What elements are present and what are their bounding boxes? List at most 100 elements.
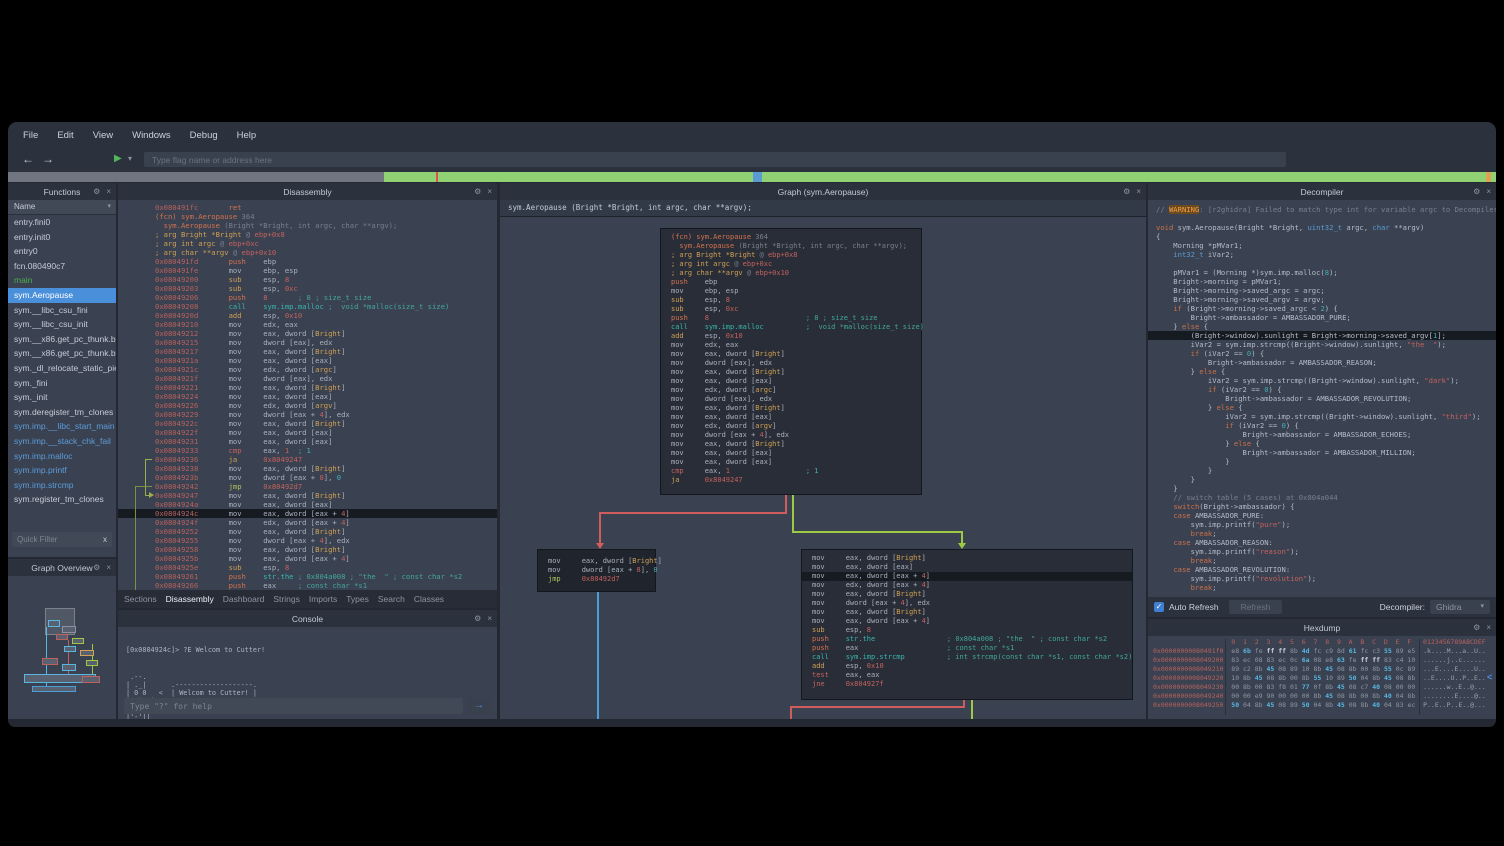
code-line[interactable]: break; (1148, 556, 1496, 565)
asm-line[interactable]: add esp, 0x10 (661, 332, 921, 341)
hex-row[interactable]: 0x0000000008049250 50 04 8b 45 08 89 50 … (1148, 701, 1496, 710)
code-line[interactable]: break; (1148, 583, 1496, 592)
code-line[interactable] (1148, 214, 1496, 223)
play-dropdown-icon[interactable]: ▾ (128, 154, 132, 163)
asm-line[interactable]: push ebp (661, 278, 921, 287)
panel-close-icon[interactable]: × (1486, 623, 1491, 632)
asm-line[interactable]: mov eax, dword [Bright] (661, 404, 921, 413)
asm-line[interactable]: mov eax, dword [Bright] (802, 608, 1132, 617)
asm-line[interactable]: mov eax, dword [eax] (661, 377, 921, 386)
panel-close-icon[interactable]: × (487, 187, 492, 196)
asm-line[interactable]: 0x08049266 push eax ; const char *s1 (118, 581, 497, 590)
asm-line[interactable]: 0x0804924c mov eax, dword [eax + 4] (118, 509, 497, 518)
asm-line[interactable]: call sym.imp.strcmp ; int strcmp(const c… (802, 653, 1132, 662)
panel-close-icon[interactable]: × (106, 563, 111, 572)
asm-line[interactable]: call sym.imp.malloc ; void *malloc(size_… (661, 323, 921, 332)
code-line[interactable]: if (iVar2 == 0) { (1148, 349, 1496, 358)
asm-line[interactable]: (fcn) sym.Aeropause 364 (661, 233, 921, 242)
function-list-item[interactable]: sym.__libc_csu_init (8, 317, 116, 332)
asm-line[interactable]: mov edx, eax (661, 341, 921, 350)
graph-block-true[interactable]: mov eax, dword [Bright]mov eax, dword [e… (801, 549, 1133, 700)
asm-line[interactable]: mov eax, dword [Bright] (538, 557, 655, 566)
code-line[interactable]: Bright->ambassador = AMBASSADOR_REVOLUTI… (1148, 394, 1496, 403)
hex-row[interactable]: 0x00000000080491f0 e8 6b fe ff ff 8b 4d … (1148, 647, 1496, 656)
asm-line[interactable]: mov dword [eax + 8], 0 (538, 566, 655, 575)
code-line[interactable]: } else { (1148, 322, 1496, 331)
function-list-item[interactable]: sym.deregister_tm_clones (8, 405, 116, 420)
code-line[interactable]: case AMBASSADOR_REASON: (1148, 538, 1496, 547)
panel-settings-icon[interactable]: ⚙ (93, 187, 100, 196)
asm-line[interactable]: sym.Aeropause (Bright *Bright, int argc,… (118, 221, 497, 230)
tab-classes[interactable]: Classes (414, 594, 444, 604)
asm-line[interactable]: ; arg char **argv @ ebp+0x10 (661, 269, 921, 278)
tab-dashboard[interactable]: Dashboard (223, 594, 265, 604)
quick-filter-input[interactable] (12, 532, 100, 547)
asm-line[interactable]: 0x0804922f mov eax, dword [eax] (118, 428, 497, 437)
asm-line[interactable]: mov eax, dword [eax] (661, 449, 921, 458)
panel-settings-icon[interactable]: ⚙ (1473, 187, 1480, 196)
console-send-button[interactable]: → (467, 698, 491, 714)
code-line[interactable]: } else { (1148, 367, 1496, 376)
asm-line[interactable]: 0x08049258 mov eax, dword [Bright] (118, 545, 497, 554)
panel-settings-icon[interactable]: ⚙ (93, 563, 100, 572)
asm-line[interactable]: 0x0804924a mov eax, dword [eax] (118, 500, 497, 509)
code-line[interactable]: } else { (1148, 439, 1496, 448)
code-line[interactable]: if (Bright->morning->saved_argc < 2) { (1148, 304, 1496, 313)
asm-line[interactable]: 0x08049238 mov eax, dword [Bright] (118, 464, 497, 473)
menu-item-windows[interactable]: Windows (132, 130, 171, 141)
asm-line[interactable]: mov edx, dword [argc] (661, 386, 921, 395)
asm-line[interactable]: mov edx, dword [eax + 4] (802, 581, 1132, 590)
tab-sections[interactable]: Sections (124, 594, 157, 604)
hex-row[interactable]: 0x0000000008049200 83 ec 08 83 ec 0c 6a … (1148, 656, 1496, 665)
asm-line[interactable]: cmp eax, 1 ; 1 (661, 467, 921, 476)
asm-line[interactable]: test eax, eax (802, 671, 1132, 680)
asm-line[interactable]: mov dword [eax + 4], edx (802, 599, 1132, 608)
auto-refresh-checkbox[interactable]: ✓ (1154, 602, 1164, 612)
function-list-item[interactable]: sym.Aeropause (8, 288, 116, 303)
panel-settings-icon[interactable]: ⚙ (1473, 623, 1480, 632)
asm-line[interactable]: 0x08049208 call sym.imp.malloc ; void *m… (118, 302, 497, 311)
asm-line[interactable]: 0x08049212 mov eax, dword [Bright] (118, 329, 497, 338)
asm-line[interactable]: mov eax, dword [eax + 4] (802, 617, 1132, 626)
asm-line[interactable]: mov eax, dword [eax] (802, 563, 1132, 572)
code-line[interactable]: // WARNING: [r2ghidra] Failed to match t… (1148, 205, 1496, 214)
asm-line[interactable]: ja 0x8049247 (661, 476, 921, 485)
code-line[interactable]: pMVar1 = (Morning *)sym.imp.malloc(8); (1148, 268, 1496, 277)
asm-line[interactable]: 0x08049236 ja 0x8049247 (118, 455, 497, 464)
graph-canvas[interactable]: (fcn) sym.Aeropause 364 sym.Aeropause (B… (500, 216, 1146, 719)
menu-item-view[interactable]: View (93, 130, 113, 141)
tab-imports[interactable]: Imports (309, 594, 337, 604)
code-line[interactable]: Bright->ambassador = AMBASSADOR_ECHOES; (1148, 430, 1496, 439)
function-list-item[interactable]: sym.register_tm_clones (8, 492, 116, 507)
asm-line[interactable]: 0x08049200 sub esp, 8 (118, 275, 497, 284)
code-line[interactable]: Morning *pMVar1; (1148, 241, 1496, 250)
code-line[interactable]: Bright->morning = pMVar1; (1148, 277, 1496, 286)
hex-row[interactable]: 0x0000000008049230 00 8b 00 83 f8 01 77 … (1148, 683, 1496, 692)
code-line[interactable]: iVar2 = sym.imp.strcmp((Bright->window).… (1148, 412, 1496, 421)
code-line[interactable]: Bright->ambassador = AMBASSADOR_REASON; (1148, 358, 1496, 367)
function-list-item[interactable]: fcn.080490c7 (8, 259, 116, 274)
functions-sort-header[interactable]: Name ▾ (8, 200, 116, 215)
hex-row[interactable]: 0x0000000008049240 00 00 e9 90 00 00 00 … (1148, 692, 1496, 701)
asm-line[interactable]: mov eax, dword [Bright] (661, 440, 921, 449)
console-input[interactable] (124, 698, 463, 714)
asm-line[interactable]: sub esp, 8 (802, 626, 1132, 635)
panel-settings-icon[interactable]: ⚙ (474, 614, 481, 623)
menu-item-edit[interactable]: Edit (57, 130, 73, 141)
asm-line[interactable]: 0x08049206 push 8 ; 8 ; size_t size (118, 293, 497, 302)
asm-line[interactable]: 0x0804925b mov eax, dword [eax + 4] (118, 554, 497, 563)
asm-line[interactable]: jmp 0x80492d7 (538, 575, 655, 584)
asm-line[interactable]: sym.Aeropause (Bright *Bright, int argc,… (661, 242, 921, 251)
asm-line[interactable]: 0x08049247 mov eax, dword [Bright] (118, 491, 497, 500)
code-line[interactable]: iVar2 = sym.imp.strcmp((Bright->window).… (1148, 376, 1496, 385)
address-search-input[interactable] (144, 152, 1286, 167)
graph-block-false[interactable]: mov eax, dword [Bright]mov dword [eax + … (537, 549, 656, 592)
asm-line[interactable]: 0x08049242 jmp 0x80492d7 (118, 482, 497, 491)
code-line[interactable]: if (iVar2 == 0) { (1148, 421, 1496, 430)
function-list-item[interactable]: entry0 (8, 244, 116, 259)
asm-line[interactable]: jne 0x804927f (802, 680, 1132, 689)
graph-overview-canvas[interactable] (8, 576, 116, 719)
asm-line[interactable]: push eax ; const char *s1 (802, 644, 1132, 653)
code-line[interactable]: Bright->ambassador = AMBASSADOR_PURE; (1148, 313, 1496, 322)
menu-item-debug[interactable]: Debug (190, 130, 218, 141)
